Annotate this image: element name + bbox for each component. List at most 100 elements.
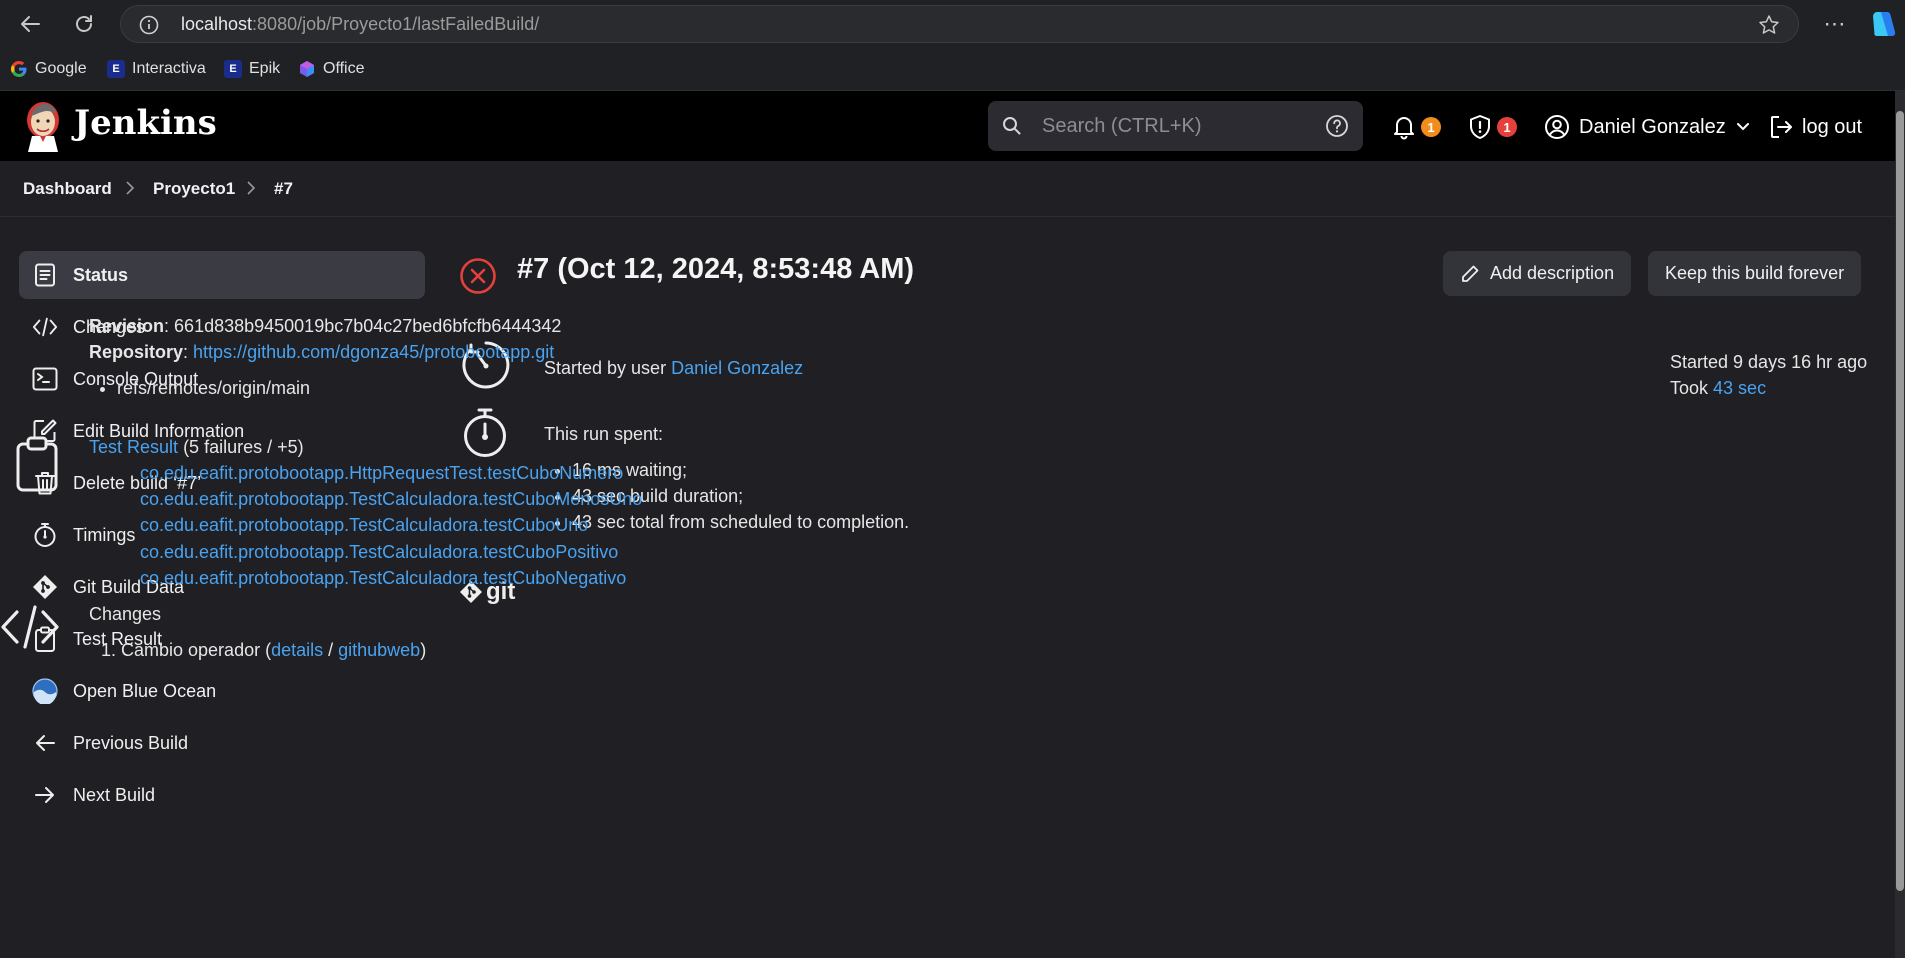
bell-icon xyxy=(1394,117,1414,140)
failed-test-link[interactable]: co.edu.eafit.protobootapp.TestCalculador… xyxy=(140,489,642,509)
user-menu[interactable]: Daniel Gonzalez xyxy=(1544,113,1750,141)
took-prefix: Took xyxy=(1670,378,1714,398)
failed-test-link[interactable]: co.edu.eafit.protobootapp.TestCalculador… xyxy=(140,515,588,535)
bookmark-google[interactable]: Google xyxy=(10,58,87,80)
shield-alert-icon xyxy=(1470,115,1490,139)
e-icon: E xyxy=(107,60,125,78)
change-githubweb-link[interactable]: githubweb xyxy=(338,640,420,660)
arrow-left-icon xyxy=(32,730,58,756)
user-icon xyxy=(1545,115,1569,139)
took-duration-link[interactable]: 43 sec xyxy=(1713,378,1766,398)
sidebar-item-label: Timings xyxy=(73,524,136,545)
change-details-link[interactable]: details xyxy=(271,640,323,660)
browser-toolbar: localhost:8080/job/Proyecto1/lastFailedB… xyxy=(0,0,1905,48)
breadcrumb-build[interactable]: #7 xyxy=(274,179,293,199)
url-path: :8080/job/Proyecto1/lastFailedBuild/ xyxy=(252,14,540,34)
blue-ocean-icon xyxy=(32,678,58,704)
git-repository: Repository: https://github.com/dgonza45/… xyxy=(89,342,555,362)
git-revision: Revision: 661d838b9450019bc7b04c27bed6bf… xyxy=(89,316,562,336)
notifications-count-badge: 1 xyxy=(1421,117,1441,137)
browser-menu-button[interactable]: ⋯ xyxy=(1818,8,1852,40)
git-info: Revision: 661d838b9450019bc7b04c27bed6bf… xyxy=(89,313,561,401)
site-info-icon[interactable] xyxy=(139,15,159,35)
chevron-down-icon xyxy=(1736,123,1749,131)
revision-value: 661d838b9450019bc7b04c27bed6bfcfb6444342 xyxy=(174,316,562,336)
changes-list: Cambio operador (details / githubweb) xyxy=(89,637,426,663)
favorite-star-icon[interactable] xyxy=(1758,14,1780,36)
page-scrollbar[interactable] xyxy=(1895,91,1905,958)
failed-status-icon xyxy=(459,257,497,295)
bookmark-label: Google xyxy=(35,60,87,77)
notifications-button[interactable]: 1 xyxy=(1391,113,1441,141)
page-title: #7 (Oct 12, 2024, 8:53:48 AM) xyxy=(517,253,915,285)
repository-link[interactable]: https://github.com/dgonza45/protobootapp… xyxy=(193,342,554,362)
pencil-icon xyxy=(1462,265,1479,282)
copilot-icon[interactable] xyxy=(1869,10,1899,38)
address-text[interactable]: localhost:8080/job/Proyecto1/lastFailedB… xyxy=(181,14,539,35)
started-by-user-link[interactable]: Daniel Gonzalez xyxy=(671,358,803,378)
started-by: Started by user Daniel Gonzalez xyxy=(544,355,803,381)
url-host: localhost xyxy=(181,14,253,34)
logout-label: log out xyxy=(1802,115,1863,138)
address-bar[interactable]: localhost:8080/job/Proyecto1/lastFailedB… xyxy=(120,5,1799,43)
jenkins-logo-icon[interactable] xyxy=(22,98,64,152)
test-result-link[interactable]: Test Result xyxy=(89,437,178,457)
back-button[interactable] xyxy=(13,8,47,40)
sidebar-item-label: Next Build xyxy=(73,784,156,805)
office-icon xyxy=(298,60,316,78)
logout-icon xyxy=(1771,116,1792,138)
code-icon xyxy=(0,604,60,650)
add-description-label: Add description xyxy=(1490,263,1615,283)
app-title[interactable]: Jenkins xyxy=(74,103,217,143)
changes-label: Changes xyxy=(89,604,162,624)
security-count-badge: 1 xyxy=(1497,117,1517,137)
test-result-summary-text: (5 failures / +5) xyxy=(183,437,304,457)
search-box xyxy=(988,101,1363,151)
keep-build-forever-label: Keep this build forever xyxy=(1665,263,1845,283)
sidebar-item-label: Open Blue Ocean xyxy=(73,680,217,701)
sidebar-item-open-blue-ocean[interactable]: Open Blue Ocean xyxy=(19,667,425,715)
build-main: #7 (Oct 12, 2024, 8:53:48 AM) Add descri… xyxy=(455,251,1867,958)
more-icon: ⋯ xyxy=(1823,11,1847,36)
change-item: Cambio operador (details / githubweb) xyxy=(121,637,426,663)
scrollbar-thumb[interactable] xyxy=(1896,111,1904,891)
chevron-right-icon xyxy=(247,181,256,195)
status-icon xyxy=(32,262,58,288)
sidebar-item-status[interactable]: Status xyxy=(19,251,425,299)
sidebar-item-previous-build[interactable]: Previous Build xyxy=(19,719,425,767)
stopwatch-icon xyxy=(32,522,58,548)
sidebar-item-label: Previous Build xyxy=(73,732,189,753)
code-icon xyxy=(32,314,58,340)
breadcrumb-dashboard[interactable]: Dashboard xyxy=(23,179,112,199)
logout-link[interactable]: log out xyxy=(1768,113,1862,141)
branch-list: refs/remotes/origin/main xyxy=(89,375,561,401)
reload-button[interactable] xyxy=(67,8,101,40)
security-button[interactable]: 1 xyxy=(1467,113,1517,141)
started-by-prefix: Started by user xyxy=(544,358,672,378)
search-icon xyxy=(1002,116,1022,136)
bookmark-office[interactable]: Office xyxy=(298,58,365,80)
run-spent-label: This run spent: xyxy=(544,424,664,444)
search-input[interactable] xyxy=(1040,107,1314,145)
failed-test-link[interactable]: co.edu.eafit.protobootapp.TestCalculador… xyxy=(140,568,626,588)
google-icon xyxy=(10,60,28,78)
bookmark-epik[interactable]: E Epik xyxy=(224,58,280,80)
bookmarks-bar: Google E Interactiva E Epik Office xyxy=(0,48,1905,91)
arrow-right-icon xyxy=(32,782,58,808)
bookmark-interactiva[interactable]: E Interactiva xyxy=(107,58,206,80)
breadcrumb-job[interactable]: Proyecto1 xyxy=(153,179,235,199)
started-ago: Started 9 days 16 hr ago xyxy=(1670,352,1868,372)
stopwatch-icon xyxy=(460,406,510,458)
jenkins-header: Jenkins 1 1 Daniel Gonzalez log out xyxy=(0,91,1895,161)
reload-icon xyxy=(76,15,92,32)
failed-test-link[interactable]: co.edu.eafit.protobootapp.TestCalculador… xyxy=(140,542,618,562)
failed-test-link[interactable]: co.edu.eafit.protobootapp.HttpRequestTes… xyxy=(140,463,623,483)
changes-section: Changes Cambio operador (details / githu… xyxy=(89,601,426,663)
help-icon[interactable] xyxy=(1325,114,1349,138)
keep-build-forever-button[interactable]: Keep this build forever xyxy=(1648,251,1862,296)
terminal-icon xyxy=(32,366,58,392)
add-description-button[interactable]: Add description xyxy=(1443,251,1632,296)
build-timing-info: Started 9 days 16 hr ago Took 43 sec xyxy=(1670,349,1867,401)
failed-tests-list: co.edu.eafit.protobootapp.HttpRequestTes… xyxy=(140,460,642,591)
sidebar-item-next-build[interactable]: Next Build xyxy=(19,771,425,819)
